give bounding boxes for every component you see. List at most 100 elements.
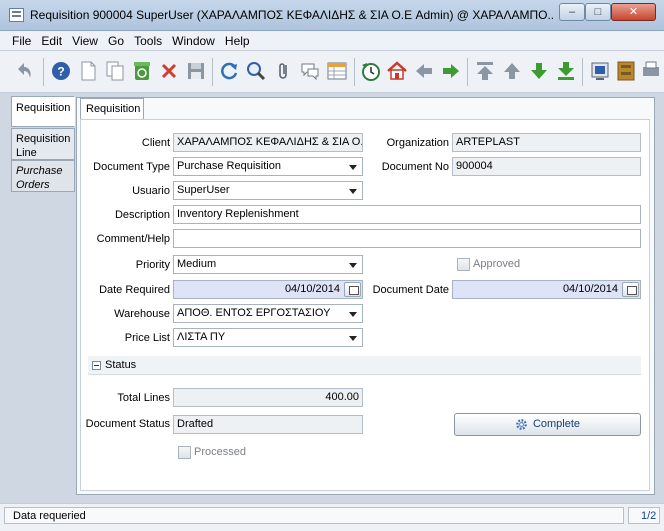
help-icon[interactable]: ? <box>50 60 72 82</box>
chevron-down-icon <box>349 189 357 194</box>
date-required-value: 04/10/2014 <box>284 283 340 295</box>
refresh-icon[interactable] <box>218 60 240 82</box>
home-icon[interactable] <box>386 60 408 82</box>
title-bar: Requisition 900004 SuperUser (ΧΑΡΑΛΑΜΠΟΣ… <box>0 0 664 31</box>
client-label: Client <box>141 137 170 149</box>
tab-requisition-line[interactable]: Requisition Line <box>11 128 75 160</box>
print-icon[interactable] <box>640 60 662 82</box>
date-required-label: Date Required <box>99 284 170 296</box>
status-section-header[interactable]: Status <box>88 356 641 375</box>
toolbar-separator <box>354 58 355 86</box>
undo-icon[interactable] <box>15 60 37 82</box>
collapse-icon[interactable] <box>92 361 101 370</box>
back-arrow-icon[interactable] <box>413 60 435 82</box>
document-date-value: 04/10/2014 <box>562 283 618 295</box>
document-type-label: Document Type <box>93 161 170 173</box>
tab-purchase-orders[interactable]: Purchase Orders <box>11 160 75 192</box>
comment-help-input[interactable] <box>173 229 641 248</box>
menu-help[interactable]: Help <box>225 31 250 48</box>
menu-go[interactable]: Go <box>108 31 124 48</box>
chat-icon[interactable] <box>299 60 321 82</box>
document-no-field[interactable]: 900004 <box>452 157 641 176</box>
document-type-select[interactable]: Purchase Requisition <box>173 157 363 176</box>
processed-label: Processed <box>194 446 246 458</box>
calendar-icon[interactable] <box>622 282 639 297</box>
status-message: Data requeried <box>4 507 624 524</box>
tab-requisition[interactable]: Requisition <box>11 96 75 127</box>
next-record-icon[interactable] <box>528 60 550 82</box>
record-page-indicator[interactable]: 1/2 <box>628 507 660 524</box>
usuario-value: SuperUser <box>177 184 230 196</box>
document-status-field[interactable]: Drafted <box>173 415 363 434</box>
forward-arrow-icon[interactable] <box>440 60 462 82</box>
description-input[interactable]: Inventory Replenishment <box>173 205 641 224</box>
organization-label: Organization <box>386 137 449 149</box>
archive-icon[interactable] <box>615 60 637 82</box>
complete-button-label: Complete <box>532 418 581 430</box>
client-field[interactable]: ΧΑΡΑΛΑΜΠΟΣ ΚΕΦΑΛΙΔΗΣ & ΣΙΑ Ο.Ε <box>173 133 363 152</box>
date-required-field[interactable]: 04/10/2014 <box>173 280 363 299</box>
grid-toggle-icon[interactable] <box>326 60 348 82</box>
menu-tools[interactable]: Tools <box>134 31 162 48</box>
save-icon[interactable] <box>185 60 207 82</box>
find-icon[interactable] <box>245 60 267 82</box>
close-button[interactable]: ✕ <box>611 3 656 21</box>
priority-select[interactable]: Medium <box>173 255 363 274</box>
processed-checkbox[interactable] <box>178 446 191 459</box>
toolbar-separator <box>212 58 213 86</box>
status-section-title: Status <box>105 359 137 371</box>
document-no-label: Document No <box>381 161 449 173</box>
history-icon[interactable] <box>360 60 382 82</box>
menu-file[interactable]: File <box>12 31 31 48</box>
menu-edit[interactable]: Edit <box>41 31 62 48</box>
delete-icon[interactable] <box>158 60 180 82</box>
total-lines-field[interactable]: 400.00 <box>173 388 363 407</box>
new-record-icon[interactable] <box>77 60 99 82</box>
recycle-icon[interactable] <box>131 60 153 82</box>
first-record-icon[interactable] <box>474 60 496 82</box>
warehouse-select[interactable]: ΑΠΟΘ. ΕΝΤΟΣ ΕΡΓΟΣΤΑΣΙΟΥ <box>173 304 363 323</box>
minimize-button[interactable]: – <box>559 3 585 21</box>
svg-text:?: ? <box>57 65 64 79</box>
report-icon[interactable] <box>589 60 611 82</box>
complete-button[interactable]: Complete <box>454 413 641 436</box>
approved-checkbox[interactable] <box>457 258 470 271</box>
toolbar-separator <box>582 58 583 86</box>
price-list-select[interactable]: ΛΙΣΤΑ ΠΥ <box>173 328 363 347</box>
previous-record-icon[interactable] <box>501 60 523 82</box>
organization-field[interactable]: ARTEPLAST <box>452 133 641 152</box>
menu-window[interactable]: Window <box>172 31 215 48</box>
document-status-label: Document Status <box>85 418 170 430</box>
maximize-button[interactable]: □ <box>585 3 611 21</box>
chevron-down-icon <box>349 312 357 317</box>
status-bar: Data requeried 1/2 <box>0 503 664 531</box>
window-title: Requisition 900004 SuperUser (ΧΑΡΑΛΑΜΠΟΣ… <box>30 8 555 22</box>
menu-view[interactable]: View <box>72 31 98 48</box>
usuario-select[interactable]: SuperUser <box>173 181 363 200</box>
comment-help-label: Comment/Help <box>96 233 170 245</box>
toolbar-separator <box>43 58 44 86</box>
last-record-icon[interactable] <box>555 60 577 82</box>
priority-label: Priority <box>135 259 170 271</box>
price-list-value: ΛΙΣΤΑ ΠΥ <box>177 331 226 343</box>
copy-record-icon[interactable] <box>104 60 126 82</box>
header-tab-requisition[interactable]: Requisition <box>80 98 144 119</box>
chevron-down-icon <box>349 263 357 268</box>
price-list-label: Price List <box>124 332 170 344</box>
warehouse-label: Warehouse <box>114 308 170 320</box>
calendar-icon[interactable] <box>344 282 361 297</box>
chevron-down-icon <box>349 165 357 170</box>
document-date-label: Document Date <box>372 284 449 296</box>
chevron-down-icon <box>349 336 357 341</box>
document-type-value: Purchase Requisition <box>177 160 281 172</box>
description-label: Description <box>114 209 170 221</box>
gear-icon <box>516 418 527 430</box>
document-date-field[interactable]: 04/10/2014 <box>452 280 641 299</box>
toolbar-separator <box>467 58 468 86</box>
toolbar: ? <box>0 51 664 93</box>
attachment-icon[interactable] <box>272 60 294 82</box>
warehouse-value: ΑΠΟΘ. ΕΝΤΟΣ ΕΡΓΟΣΤΑΣΙΟΥ <box>177 307 331 319</box>
total-lines-label: Total Lines <box>117 392 170 404</box>
menu-bar: File Edit View Go Tools Window Help <box>0 31 664 51</box>
app-icon <box>9 8 24 22</box>
